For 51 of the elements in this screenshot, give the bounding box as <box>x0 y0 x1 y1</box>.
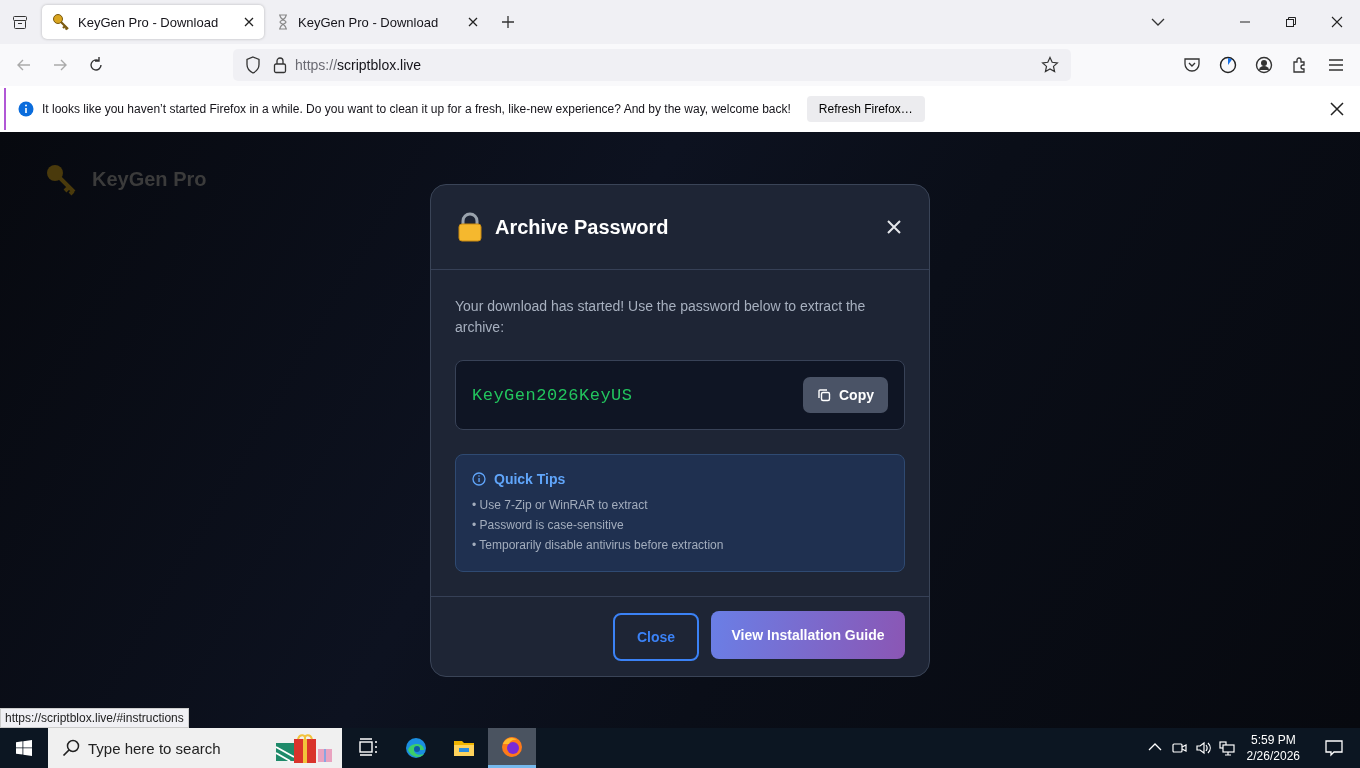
dialog-message: Your download has started! Use the password below to extract the archive: <box>455 297 867 337</box>
browser-icon[interactable] <box>405 737 427 759</box>
shield-icon[interactable] <box>245 56 261 74</box>
timer-icon[interactable] <box>1219 56 1237 74</box>
tab-list-icon[interactable] <box>12 14 28 30</box>
copy-icon <box>817 388 831 402</box>
account-icon[interactable] <box>1255 56 1273 74</box>
close-icon[interactable] <box>1330 102 1344 116</box>
clock[interactable]: 5:59 PM 2/26/2026 <box>1238 728 1308 768</box>
padlock-icon <box>457 212 483 242</box>
key-icon <box>44 162 78 196</box>
tip-text: • Password is case-sensitive <box>472 517 625 534</box>
close-button[interactable]: Close <box>613 613 699 661</box>
clock-date: 2/26/2026 <box>1246 748 1300 764</box>
lock-icon <box>273 56 287 74</box>
restore-icon[interactable] <box>1285 16 1297 28</box>
task-view-icon[interactable] <box>357 737 379 759</box>
status-url: https://scriptblox.live/#instructions <box>0 708 189 728</box>
dialog-title: Archive Password <box>495 215 670 239</box>
browser-tab[interactable]: KeyGen Pro - Download <box>266 5 488 39</box>
gift-icon <box>274 733 334 763</box>
tip-text: • Temporarily disable antivirus before extraction <box>472 537 725 554</box>
copy-button[interactable]: Copy <box>803 377 888 413</box>
info-icon <box>18 101 34 117</box>
reload-icon[interactable] <box>87 56 105 74</box>
address-bar[interactable]: https://scriptblox.live <box>233 49 1071 81</box>
tips-title: Quick Tips <box>494 471 566 487</box>
camera-icon[interactable] <box>1170 740 1187 756</box>
star-icon[interactable] <box>1041 56 1059 74</box>
clock-time: 5:59 PM <box>1250 732 1296 748</box>
close-icon[interactable] <box>468 17 478 27</box>
search-field[interactable]: Type here to search <box>48 728 342 768</box>
search-icon <box>62 739 80 757</box>
close-icon[interactable] <box>244 17 254 27</box>
close-icon[interactable] <box>1331 16 1343 28</box>
browser-tab[interactable]: KeyGen Pro - Download <box>42 5 264 39</box>
url-text: https://scriptblox.live <box>295 57 423 73</box>
chevron-down-icon[interactable] <box>1151 18 1165 26</box>
speaker-icon[interactable] <box>1194 740 1211 756</box>
menu-icon[interactable] <box>1327 56 1345 74</box>
refresh-button[interactable]: Refresh Firefox… <box>806 96 925 122</box>
guide-button[interactable]: View Installation Guide <box>711 611 905 659</box>
password-text: KeyGen2026KeyUS <box>472 385 634 405</box>
plus-icon[interactable] <box>501 15 515 29</box>
info-icon <box>472 472 486 486</box>
notification-icon[interactable] <box>1325 739 1343 757</box>
windows-icon[interactable] <box>16 740 32 756</box>
pocket-icon[interactable] <box>1183 56 1201 74</box>
tip-text: • Use 7-Zip or WinRAR to extract <box>472 497 649 514</box>
network-icon[interactable] <box>1218 740 1235 756</box>
notification-message: It looks like you haven’t started Firefox in a while. Do you want to clean it up for a fresh, like-new experience? And by the way, welcome back! <box>42 102 791 116</box>
